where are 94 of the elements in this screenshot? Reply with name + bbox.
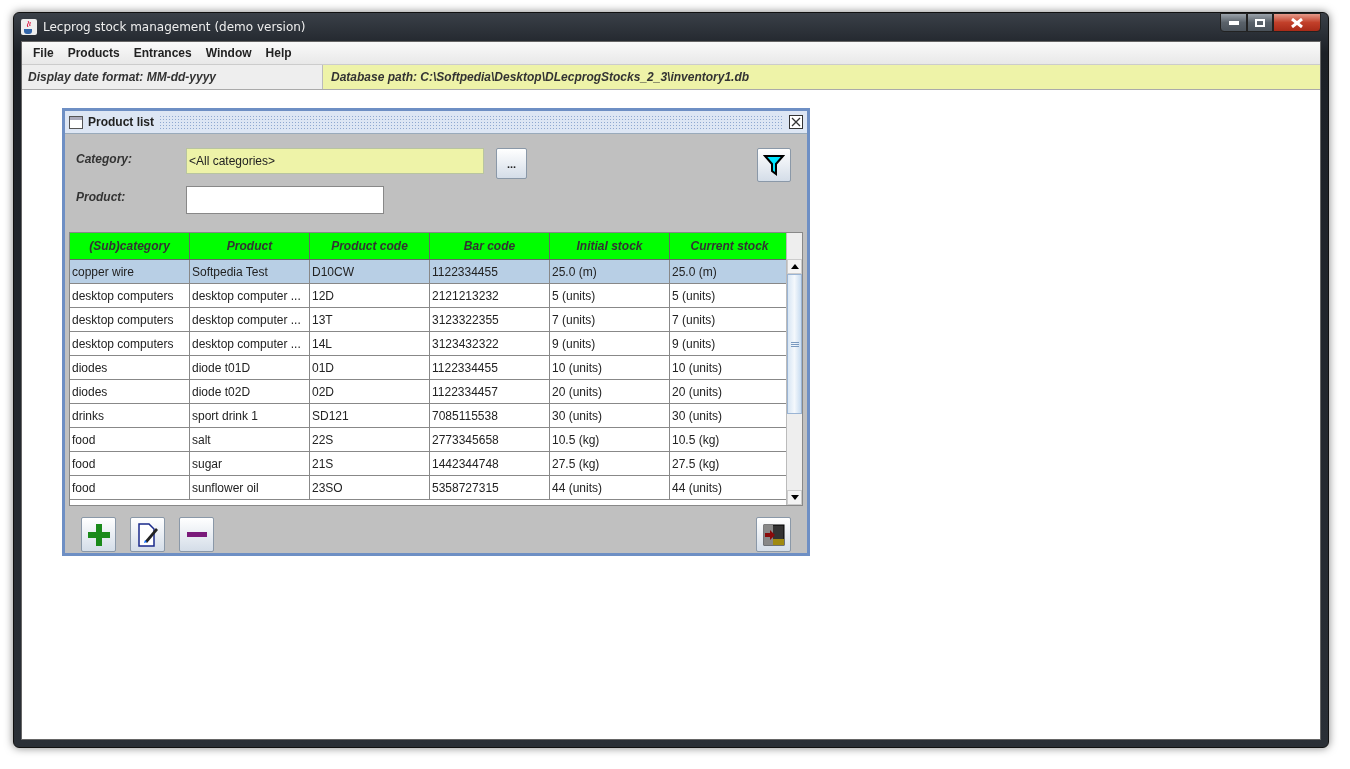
- table-cell: 10.5 (kg): [550, 428, 670, 452]
- close-button[interactable]: [1273, 13, 1321, 32]
- table-cell: diode t01D: [190, 356, 310, 380]
- column-header[interactable]: Current stock: [670, 233, 786, 260]
- close-icon: [1291, 17, 1303, 28]
- table-cell: 02D: [310, 380, 430, 404]
- product-field[interactable]: [186, 186, 384, 214]
- table-cell: 20 (units): [550, 380, 670, 404]
- table-cell: 9 (units): [550, 332, 670, 356]
- minimize-button[interactable]: [1220, 13, 1247, 32]
- filter-icon: [763, 154, 785, 176]
- table-cell: desktop computer ...: [190, 332, 310, 356]
- date-format-label: Display date format: MM-dd-yyyy: [22, 65, 323, 89]
- table-cell: diode t02D: [190, 380, 310, 404]
- table-cell: 27.5 (kg): [550, 452, 670, 476]
- table-cell: copper wire: [70, 260, 190, 284]
- column-header[interactable]: Product code: [310, 233, 430, 260]
- table-cell: desktop computers: [70, 284, 190, 308]
- close-icon[interactable]: [789, 115, 803, 129]
- table-cell: 30 (units): [550, 404, 670, 428]
- exit-door-icon: [762, 523, 785, 546]
- table-cell: 25.0 (m): [670, 260, 786, 284]
- column-header[interactable]: (Sub)category: [70, 233, 190, 260]
- add-button[interactable]: [81, 517, 116, 552]
- table-cell: 25.0 (m): [550, 260, 670, 284]
- menu-item[interactable]: Entrances: [126, 46, 199, 60]
- window-title: Lecprog stock management (demo version): [43, 20, 306, 34]
- table-cell: 22S: [310, 428, 430, 452]
- table-cell: diodes: [70, 380, 190, 404]
- database-path-label: Database path: C:\Softpedia\Desktop\DLecprogStocks_2_3\inventory1.db: [323, 65, 1320, 89]
- table-cell: desktop computer ...: [190, 308, 310, 332]
- java-cup-icon: [21, 19, 37, 35]
- table-cell: 23SO: [310, 476, 430, 500]
- edit-document-icon: [136, 522, 159, 547]
- minimize-icon: [1228, 20, 1239, 25]
- table-cell: salt: [190, 428, 310, 452]
- table-cell: 21S: [310, 452, 430, 476]
- menu-item[interactable]: Products: [60, 46, 127, 60]
- table-cell: 2773345658: [430, 428, 550, 452]
- window-title: Product list: [88, 115, 154, 129]
- table-cell: 1122334455: [430, 260, 550, 284]
- table-cell: desktop computers: [70, 308, 190, 332]
- table-cell: 10 (units): [550, 356, 670, 380]
- table-cell: 13T: [310, 308, 430, 332]
- field-label: Product:: [76, 189, 127, 204]
- table-cell: 5358727315: [430, 476, 550, 500]
- table-cell: 1122334457: [430, 380, 550, 404]
- filter-button[interactable]: [757, 148, 791, 182]
- table-cell: food: [70, 476, 190, 500]
- table-cell: D10CW: [310, 260, 430, 284]
- column-header[interactable]: Initial stock: [550, 233, 670, 260]
- remove-button[interactable]: [179, 517, 214, 552]
- table-cell: food: [70, 428, 190, 452]
- field-label: Category:: [76, 151, 133, 166]
- table-cell: 1442344748: [430, 452, 550, 476]
- maximize-button[interactable]: [1247, 13, 1273, 32]
- column-header[interactable]: Bar code: [430, 233, 550, 260]
- table-cell: 44 (units): [550, 476, 670, 500]
- table-cell: diodes: [70, 356, 190, 380]
- table-cell: 2121213232: [430, 284, 550, 308]
- exit-button[interactable]: [756, 517, 791, 552]
- menu-item[interactable]: File: [26, 46, 61, 60]
- plus-icon: [87, 523, 110, 546]
- window-icon: [69, 115, 83, 129]
- table-cell: 3123322355: [430, 308, 550, 332]
- edit-button[interactable]: [130, 517, 165, 552]
- scrollbar[interactable]: [786, 233, 802, 505]
- maximize-icon: [1255, 18, 1265, 27]
- table-cell: sport drink 1: [190, 404, 310, 428]
- table-cell: sugar: [190, 452, 310, 476]
- menu-item[interactable]: Help: [258, 46, 299, 60]
- up-arrow-icon: [790, 264, 799, 269]
- table-cell: 7 (units): [550, 308, 670, 332]
- category-field[interactable]: <All categories>: [186, 148, 484, 174]
- table-cell: 5 (units): [550, 284, 670, 308]
- column-header[interactable]: Product: [190, 233, 310, 260]
- table-cell: 3123432322: [430, 332, 550, 356]
- down-arrow-icon: [790, 495, 799, 500]
- table-cell: desktop computer ...: [190, 284, 310, 308]
- table-cell: 7085115538: [430, 404, 550, 428]
- table-cell: 1122334455: [430, 356, 550, 380]
- table-cell: desktop computers: [70, 332, 190, 356]
- browse-button[interactable]: ...: [496, 148, 527, 179]
- minus-icon: [186, 532, 207, 537]
- grip-icon: [790, 341, 799, 347]
- table-cell: sunflower oil: [190, 476, 310, 500]
- table-cell: 01D: [310, 356, 430, 380]
- menu-item[interactable]: Window: [198, 46, 259, 60]
- table-cell: food: [70, 452, 190, 476]
- table-cell: SD121: [310, 404, 430, 428]
- table-cell: 12D: [310, 284, 430, 308]
- table-cell: 14L: [310, 332, 430, 356]
- table-cell: Softpedia Test: [190, 260, 310, 284]
- table-cell: drinks: [70, 404, 190, 428]
